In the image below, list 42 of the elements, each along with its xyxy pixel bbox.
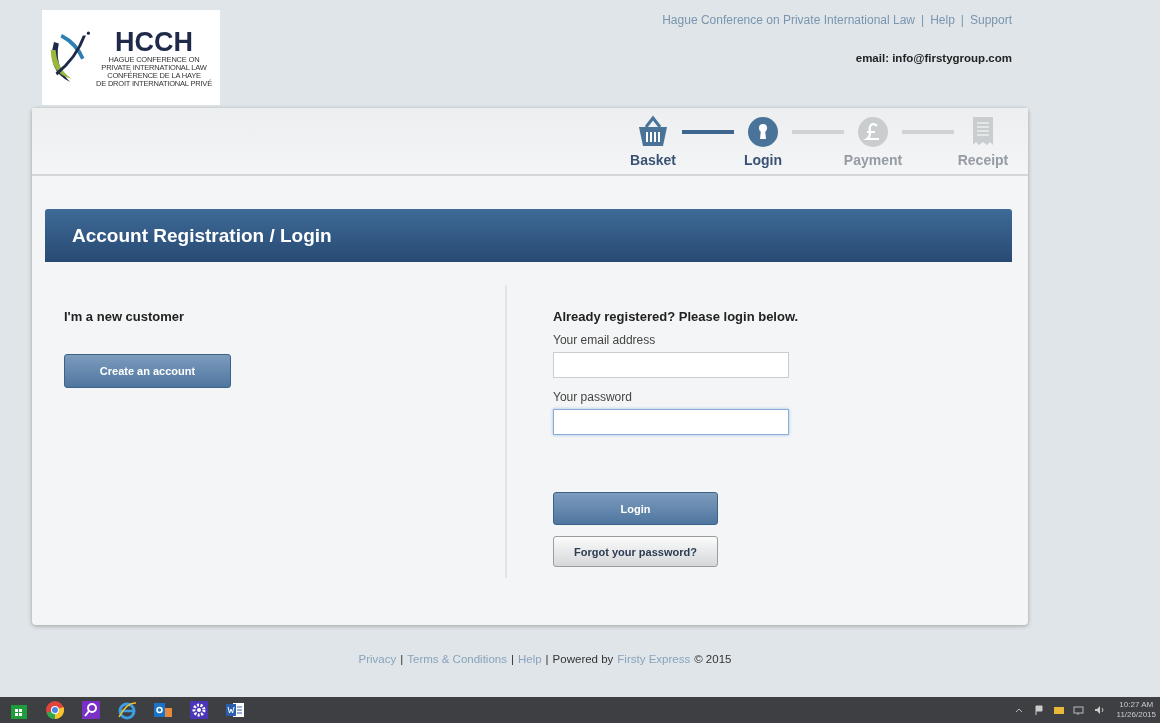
speaker-icon[interactable]: [1092, 705, 1105, 715]
section-heading: Already registered? Please login below.: [553, 309, 799, 324]
network-icon[interactable]: [1072, 705, 1085, 715]
section-title: Account Registration / Login: [72, 224, 332, 247]
forgot-password-button[interactable]: Forgot your password?: [553, 536, 718, 567]
login-button[interactable]: Login: [553, 492, 718, 525]
browser-ball-icon[interactable]: [45, 700, 65, 720]
field-label: Your email address: [553, 333, 657, 347]
step-label[interactable]: Login: [743, 152, 783, 168]
separator: |: [960, 13, 964, 27]
contact-email: email: info@firstygroup.com: [855, 52, 1012, 64]
email-field[interactable]: [553, 352, 789, 378]
clock-date[interactable]: 11/26/2015: [1116, 710, 1156, 720]
header-link[interactable]: Support: [969, 13, 1012, 27]
clock-time[interactable]: 10:27 AM: [1119, 700, 1154, 710]
document-app-icon[interactable]: [225, 700, 245, 720]
footer-text: Powered by: [552, 653, 614, 665]
search-icon[interactable]: [81, 700, 101, 720]
field-label: Your password: [553, 390, 633, 404]
footer-link[interactable]: Help: [517, 653, 542, 665]
footer-link[interactable]: Firsty Express: [617, 653, 691, 665]
header-link[interactable]: Help: [930, 13, 955, 27]
mail-app-icon[interactable]: [153, 700, 173, 720]
footer-text: |: [510, 653, 514, 665]
footer-link[interactable]: Terms & Conditions: [407, 653, 507, 665]
step-label[interactable]: Basket: [630, 152, 676, 168]
section-heading: I'm a new customer: [64, 309, 186, 324]
gear-icon[interactable]: [189, 700, 209, 720]
step-label[interactable]: Payment: [843, 152, 903, 168]
footer-link[interactable]: Privacy: [358, 653, 397, 665]
browser-e-icon[interactable]: [117, 700, 137, 720]
footer-text: |: [545, 653, 549, 665]
password-field[interactable]: [553, 409, 789, 435]
footer-text: © 2015: [694, 653, 732, 665]
flag-icon[interactable]: [1032, 705, 1045, 715]
create-account-button[interactable]: Create an account: [64, 354, 231, 388]
logo-title: HCCH: [114, 27, 193, 56]
footer-text: |: [400, 653, 404, 665]
separator: |: [921, 13, 925, 27]
step-label[interactable]: Receipt: [957, 152, 1009, 168]
folder-icon[interactable]: [1052, 705, 1065, 715]
header-link[interactable]: Hague Conference on Private International Law: [662, 13, 916, 27]
